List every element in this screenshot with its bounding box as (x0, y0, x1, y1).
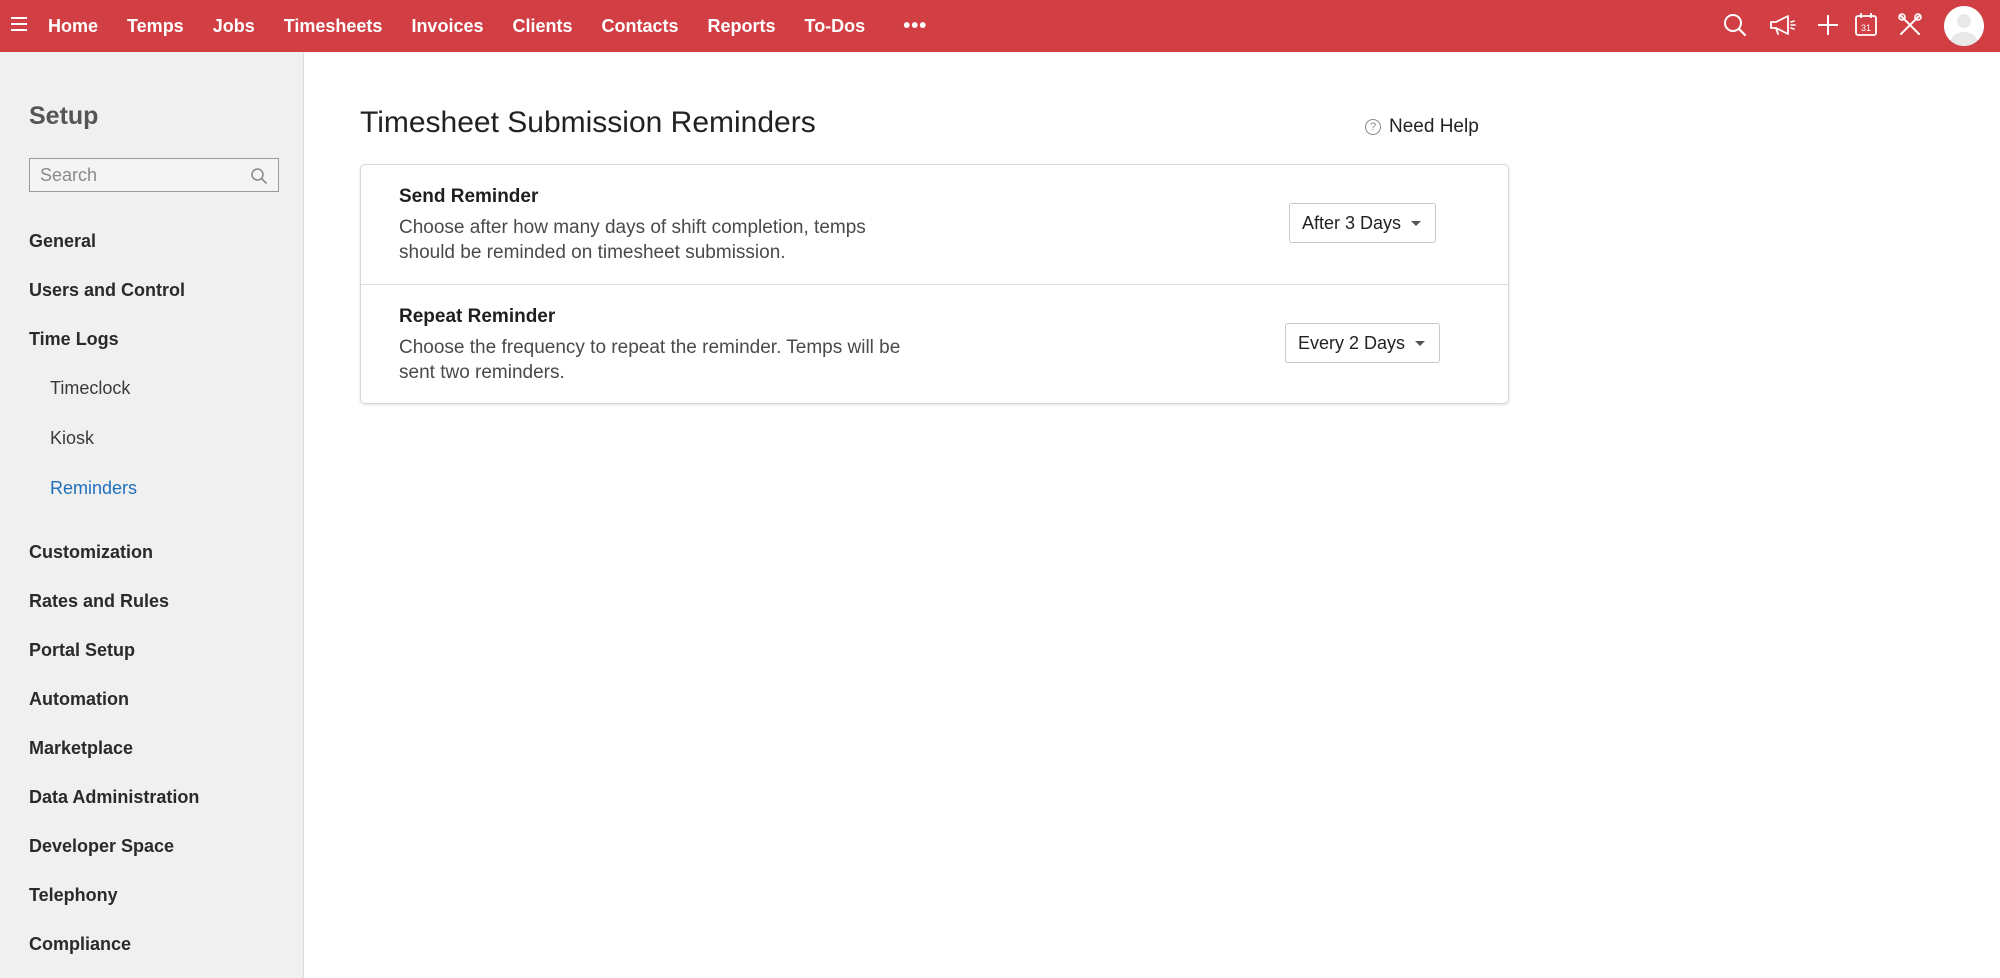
sidebar-item-compliance[interactable]: Compliance (29, 934, 131, 955)
sidebar-title: Setup (29, 102, 99, 130)
setup-sidebar: Setup General Users and Control Time Log… (0, 52, 304, 978)
sidebar-item-time-logs[interactable]: Time Logs (29, 329, 119, 350)
search-input[interactable] (30, 159, 240, 191)
nav-home[interactable]: Home (48, 16, 98, 37)
avatar[interactable] (1944, 6, 1984, 46)
repeat-reminder-dropdown[interactable]: Every 2 Days (1285, 323, 1441, 363)
sidebar-item-portal-setup[interactable]: Portal Setup (29, 640, 135, 661)
nav-reports[interactable]: Reports (708, 16, 776, 37)
nav-temps[interactable]: Temps (127, 16, 184, 37)
sidebar-item-automation[interactable]: Automation (29, 689, 129, 710)
hamburger-menu-icon[interactable] (11, 17, 27, 33)
calendar-icon[interactable]: 31 (1853, 12, 1879, 38)
sidebar-item-developer-space[interactable]: Developer Space (29, 836, 174, 857)
sidebar-item-rates-and-rules[interactable]: Rates and Rules (29, 591, 169, 612)
repeat-reminder-description: Choose the frequency to repeat the remin… (399, 337, 901, 383)
page-title: Timesheet Submission Reminders (360, 106, 816, 139)
need-help-label: Need Help (1389, 116, 1479, 137)
nav-clients[interactable]: Clients (512, 16, 572, 37)
repeat-reminder-row: Repeat Reminder Choose the frequency to … (361, 285, 1508, 404)
send-reminder-value: After 3 Days (1302, 212, 1402, 233)
reminders-card: Send Reminder Choose after how many days… (360, 164, 1509, 404)
megaphone-icon[interactable] (1768, 12, 1796, 38)
send-reminder-dropdown[interactable]: After 3 Days (1289, 203, 1437, 243)
nav-timesheets[interactable]: Timesheets (284, 16, 383, 37)
nav-invoices[interactable]: Invoices (411, 16, 483, 37)
nav-jobs[interactable]: Jobs (213, 16, 255, 37)
sidebar-item-timeclock[interactable]: Timeclock (50, 378, 130, 399)
sidebar-search (29, 158, 279, 192)
sidebar-item-general[interactable]: General (29, 231, 96, 252)
more-nav-icon[interactable]: ••• (903, 15, 927, 38)
tools-icon[interactable] (1897, 12, 1923, 38)
repeat-reminder-title: Repeat Reminder (399, 306, 556, 327)
sidebar-item-data-administration[interactable]: Data Administration (29, 787, 199, 808)
plus-icon[interactable] (1815, 12, 1841, 38)
sidebar-item-customization[interactable]: Customization (29, 542, 153, 563)
nav-contacts[interactable]: Contacts (602, 16, 679, 37)
sidebar-item-kiosk[interactable]: Kiosk (50, 428, 94, 449)
caret-down-icon (1415, 340, 1426, 346)
sidebar-item-telephony[interactable]: Telephony (29, 885, 118, 906)
send-reminder-row: Send Reminder Choose after how many days… (361, 165, 1508, 285)
send-reminder-title: Send Reminder (399, 186, 539, 207)
caret-down-icon (1411, 220, 1422, 226)
send-reminder-description: Choose after how many days of shift comp… (399, 217, 866, 263)
user-icon (1944, 6, 1984, 46)
main-nav: Home Temps Jobs Timesheets Invoices Clie… (48, 0, 927, 52)
sidebar-item-reminders[interactable]: Reminders (50, 478, 137, 499)
sidebar-item-marketplace[interactable]: Marketplace (29, 738, 133, 759)
top-navigation-bar: Home Temps Jobs Timesheets Invoices Clie… (0, 0, 2000, 52)
calendar-day-label: 31 (1861, 23, 1871, 33)
help-icon: ? (1365, 119, 1381, 135)
search-icon[interactable] (1722, 12, 1748, 38)
search-icon[interactable] (250, 167, 268, 185)
nav-todos[interactable]: To-Dos (805, 16, 866, 37)
repeat-reminder-value: Every 2 Days (1298, 332, 1406, 353)
need-help-link[interactable]: ? Need Help (1365, 116, 1479, 138)
sidebar-item-users-and-control[interactable]: Users and Control (29, 280, 185, 301)
